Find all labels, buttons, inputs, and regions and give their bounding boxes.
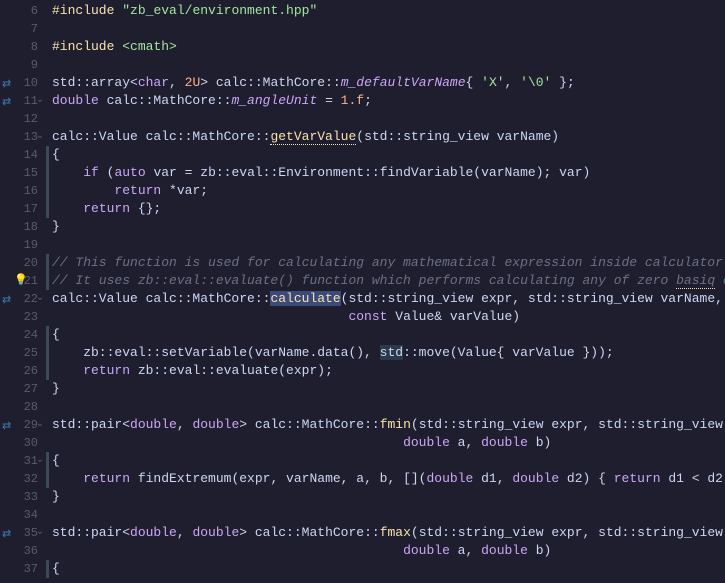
line-number: 15: [0, 164, 48, 182]
line-number: 10⇄: [0, 74, 48, 92]
line-number: 12: [0, 110, 48, 128]
fold-icon[interactable]: ⌄: [34, 290, 46, 308]
fold-guide: [46, 146, 49, 164]
code-line[interactable]: if (auto var = zb::eval::Environment::fi…: [48, 164, 725, 182]
code-area[interactable]: #include "zb_eval/environment.hpp" #inclu…: [48, 0, 725, 583]
fold-guide: [46, 272, 49, 290]
line-number: 20: [0, 254, 48, 272]
lightbulb-icon[interactable]: 💡: [14, 272, 28, 290]
line-number: 37: [0, 560, 48, 578]
fold-guide: [46, 452, 49, 470]
code-line[interactable]: double a, double b): [48, 434, 725, 452]
fold-guide: [46, 362, 49, 380]
fold-guide: [46, 254, 49, 272]
code-line[interactable]: #include "zb_eval/environment.hpp": [48, 2, 725, 20]
line-number: 7: [0, 20, 48, 38]
fold-guide: [46, 326, 49, 344]
line-number: 25: [0, 344, 48, 362]
line-number: 27: [0, 380, 48, 398]
code-line[interactable]: return *var;: [48, 182, 725, 200]
code-line[interactable]: // It uses zb::eval::evaluate() function…: [48, 272, 725, 290]
code-line[interactable]: {: [48, 326, 725, 344]
code-line[interactable]: {: [48, 146, 725, 164]
code-line[interactable]: std::array<char, 2U> calc::MathCore::m_d…: [48, 74, 725, 92]
line-number: 19: [0, 236, 48, 254]
line-number: 23: [0, 308, 48, 326]
code-line[interactable]: [48, 506, 725, 524]
code-line[interactable]: [48, 110, 725, 128]
code-line[interactable]: // This function is used for calculating…: [48, 254, 725, 272]
line-number: 30: [0, 434, 48, 452]
code-editor[interactable]: 678910⇄11⇄1213141516171819202122⇄2324252…: [0, 0, 725, 583]
fold-icon[interactable]: ⌄: [34, 524, 46, 542]
fold-icon[interactable]: ⌄: [34, 128, 46, 146]
code-line[interactable]: #include <cmath>: [48, 38, 725, 56]
code-line[interactable]: return findExtremum(expr, varName, a, b,…: [48, 470, 725, 488]
line-number: 14: [0, 146, 48, 164]
line-number: 6: [0, 2, 48, 20]
code-line[interactable]: double calc::MathCore::m_angleUnit = 1.f…: [48, 92, 725, 110]
code-line[interactable]: const Value& varValue): [48, 308, 725, 326]
line-number: 8: [0, 38, 48, 56]
fold-icon[interactable]: ⌄: [34, 452, 46, 470]
line-number: 36: [0, 542, 48, 560]
code-line[interactable]: }: [48, 218, 725, 236]
line-number: 9: [0, 56, 48, 74]
code-line[interactable]: }: [48, 380, 725, 398]
code-line[interactable]: std::pair<double, double> calc::MathCore…: [48, 416, 725, 434]
fold-guide: [46, 182, 49, 200]
code-line[interactable]: [48, 56, 725, 74]
code-line[interactable]: [48, 398, 725, 416]
fold-guide: [46, 560, 49, 578]
fold-guide: [46, 164, 49, 182]
fold-guide: [46, 344, 49, 362]
line-number: 17: [0, 200, 48, 218]
code-line[interactable]: calc::Value calc::MathCore::calculate(st…: [48, 290, 725, 308]
code-line[interactable]: {: [48, 560, 725, 578]
line-number: 26: [0, 362, 48, 380]
code-line[interactable]: return zb::eval::evaluate(expr);: [48, 362, 725, 380]
code-line[interactable]: std::pair<double, double> calc::MathCore…: [48, 524, 725, 542]
code-line[interactable]: return {};: [48, 200, 725, 218]
line-number: 24: [0, 326, 48, 344]
code-line[interactable]: [48, 236, 725, 254]
line-number: 32: [0, 470, 48, 488]
line-number: 16: [0, 182, 48, 200]
code-line[interactable]: double a, double b): [48, 542, 725, 560]
code-line[interactable]: [48, 20, 725, 38]
line-number: 34: [0, 506, 48, 524]
line-number: 28: [0, 398, 48, 416]
line-number: 33: [0, 488, 48, 506]
fold-guide: [46, 470, 49, 488]
code-line[interactable]: }: [48, 488, 725, 506]
code-line[interactable]: {⌄: [48, 452, 725, 470]
fold-guide: [46, 200, 49, 218]
line-number: 18: [0, 218, 48, 236]
fold-icon[interactable]: ⌄: [34, 92, 46, 110]
code-line[interactable]: zb::eval::setVariable(varName.data(), st…: [48, 344, 725, 362]
code-line[interactable]: calc::Value calc::MathCore::getVarValue(…: [48, 128, 725, 146]
fold-icon[interactable]: ⌄: [34, 416, 46, 434]
